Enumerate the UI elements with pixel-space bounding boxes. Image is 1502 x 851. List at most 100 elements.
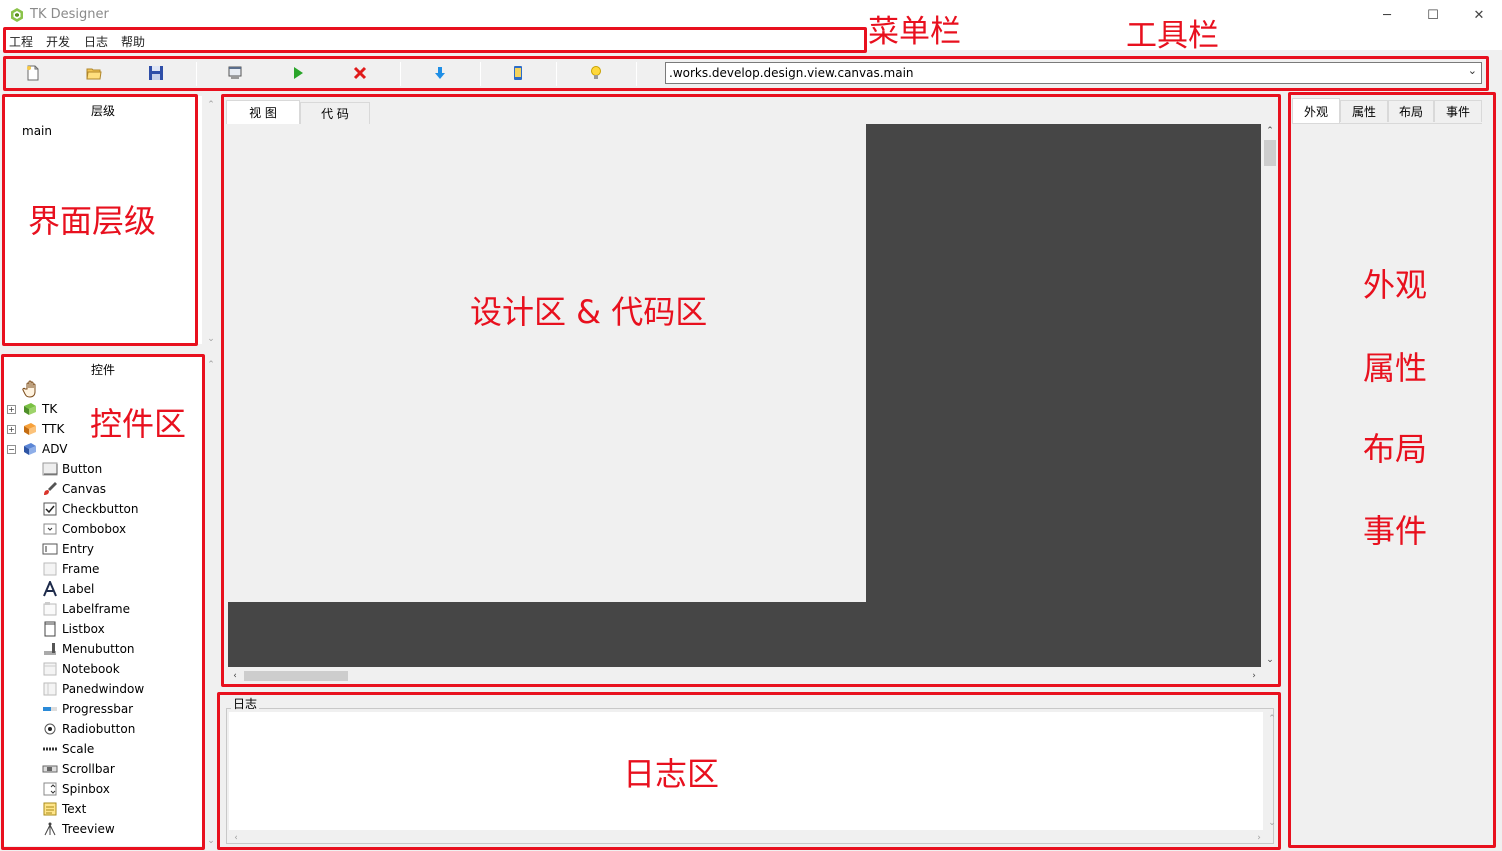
save-button[interactable] (146, 63, 166, 83)
widget-item-spinbox[interactable]: Spinbox (42, 779, 110, 799)
expand-ttk-icon[interactable]: + (7, 425, 16, 434)
stop-button[interactable] (350, 63, 370, 83)
tab-code-label: 代 码 (321, 107, 349, 121)
minimize-button[interactable]: ─ (1364, 0, 1410, 30)
widget-item-label: Text (62, 802, 87, 816)
widget-item-label: Button (62, 462, 103, 476)
widget-item-progressbar[interactable]: Progressbar (42, 699, 133, 719)
widget-item-label: Menubutton (62, 642, 135, 656)
hierarchy-root-main[interactable]: main (22, 124, 52, 138)
widget-path-combobox[interactable]: .works.develop.design.view.canvas.main ⌄ (665, 62, 1482, 84)
scroll-down-icon[interactable]: ⌄ (1265, 816, 1279, 830)
tab-properties[interactable]: 属性 (1340, 100, 1388, 122)
widget-item-panedwindow[interactable]: Panedwindow (42, 679, 144, 699)
widget-item-label: Scrollbar (62, 762, 115, 776)
design-canvas[interactable] (228, 124, 1261, 667)
tab-appearance[interactable]: 外观 (1292, 98, 1340, 123)
tab-events[interactable]: 事件 (1434, 100, 1482, 122)
widget-item-label[interactable]: Label (42, 579, 94, 599)
scroll-up-icon[interactable]: ⌃ (1263, 124, 1277, 138)
toolbar-separator (556, 62, 557, 86)
collapse-adv-icon[interactable]: − (7, 445, 16, 454)
tab-view[interactable]: 视 图 (226, 100, 300, 124)
widget-path-value: .works.develop.design.view.canvas.main (669, 66, 914, 80)
canvas-vertical-scrollbar[interactable]: ⌃ ⌄ (1262, 124, 1278, 667)
open-folder-button[interactable] (84, 63, 104, 83)
canvas-horizontal-scrollbar[interactable]: ‹ › (228, 668, 1261, 684)
widgets-scrollbar[interactable]: ⌃ ⌄ (204, 356, 218, 850)
annotation-label-properties: 属性 (1363, 349, 1428, 387)
menu-bar: 工程 开发 日志 帮助 (0, 30, 1502, 50)
widget-group-ttk-label: TTK (42, 422, 65, 436)
widget-group-adv[interactable]: ADV (22, 439, 67, 459)
scroll-down-icon[interactable]: ⌄ (204, 834, 218, 848)
scroll-right-icon[interactable]: › (1252, 831, 1266, 845)
letter-a-icon (43, 581, 57, 597)
spinbox-icon (43, 782, 57, 796)
widget-item-menubutton[interactable]: Menubutton (42, 639, 135, 659)
widget-item-radiobutton[interactable]: Radiobutton (42, 719, 135, 739)
widget-item-label: Label (62, 582, 95, 596)
device-button[interactable] (508, 63, 528, 83)
maximize-button[interactable]: ☐ (1410, 0, 1456, 30)
hierarchy-scrollbar[interactable]: ⌃ ⌄ (204, 96, 218, 348)
log-textarea[interactable] (229, 712, 1263, 830)
widget-item-combobox[interactable]: Combobox (42, 519, 126, 539)
expand-tk-icon[interactable]: + (7, 405, 16, 414)
widget-item-scale[interactable]: Scale (42, 739, 94, 759)
widget-item-notebook[interactable]: Notebook (42, 659, 120, 679)
scroll-left-icon[interactable]: ‹ (228, 669, 242, 683)
main-window-preview[interactable] (228, 124, 866, 602)
widget-item-labelframe[interactable]: Labelframe (42, 599, 130, 619)
widget-item-scrollbar[interactable]: Scrollbar (42, 759, 115, 779)
run-button[interactable] (288, 63, 308, 83)
preview-button[interactable] (225, 63, 245, 83)
widget-item-button[interactable]: Button (42, 459, 102, 479)
menubutton-icon (44, 643, 56, 655)
widget-item-listbox[interactable]: Listbox (42, 619, 105, 639)
hand-pointer-icon[interactable] (22, 380, 40, 398)
scroll-down-icon[interactable]: ⌄ (1263, 653, 1277, 667)
annotation-label-appearance: 外观 (1363, 266, 1428, 304)
toolbar-separator (480, 62, 481, 86)
panedwindow-icon (43, 682, 57, 696)
tab-code[interactable]: 代 码 (300, 102, 370, 124)
annotation-label-layout: 布局 (1363, 430, 1428, 468)
scroll-up-icon[interactable]: ⌃ (1265, 712, 1279, 726)
widget-item-label: Spinbox (62, 782, 110, 796)
toolbar-separator (636, 62, 637, 86)
chevron-down-icon[interactable]: ⌄ (1468, 64, 1477, 77)
widget-item-text[interactable]: Text (42, 799, 86, 819)
download-button[interactable] (430, 63, 450, 83)
close-button[interactable]: ✕ (1456, 0, 1502, 30)
menu-develop[interactable]: 开发 (46, 33, 70, 50)
new-file-icon (27, 65, 39, 81)
preview-window-icon (228, 66, 242, 79)
scroll-right-icon[interactable]: › (1247, 669, 1261, 683)
widget-item-label: Canvas (62, 482, 107, 496)
widget-item-frame[interactable]: Frame (42, 559, 99, 579)
menu-help[interactable]: 帮助 (121, 33, 145, 50)
widget-group-tk[interactable]: TK (22, 399, 57, 419)
tab-layout[interactable]: 布局 (1388, 100, 1434, 122)
new-file-button[interactable] (23, 63, 43, 83)
widget-group-ttk[interactable]: TTK (22, 419, 64, 439)
menu-project[interactable]: 工程 (9, 33, 33, 50)
widget-item-treeview[interactable]: Treeview (42, 819, 115, 839)
widget-item-label: Panedwindow (62, 682, 145, 696)
scroll-up-icon[interactable]: ⌃ (204, 98, 218, 112)
log-title: 日志 (231, 695, 260, 712)
widget-item-canvas[interactable]: Canvas (42, 479, 106, 499)
widget-item-checkbutton[interactable]: Checkbutton (42, 499, 139, 519)
scrollbar-thumb[interactable] (1264, 140, 1276, 166)
scroll-left-icon[interactable]: ‹ (229, 831, 243, 845)
scroll-up-icon[interactable]: ⌃ (204, 358, 218, 372)
scrollbar-thumb[interactable] (244, 671, 348, 681)
widget-item-entry[interactable]: Entry (42, 539, 94, 559)
idea-button[interactable] (586, 63, 606, 83)
tab-properties-label: 属性 (1351, 105, 1376, 119)
annotation-label-hierarchy: 界面层级 (28, 202, 157, 240)
checkbox-icon (43, 502, 57, 516)
menu-log[interactable]: 日志 (84, 33, 108, 50)
scroll-down-icon[interactable]: ⌄ (204, 332, 218, 346)
